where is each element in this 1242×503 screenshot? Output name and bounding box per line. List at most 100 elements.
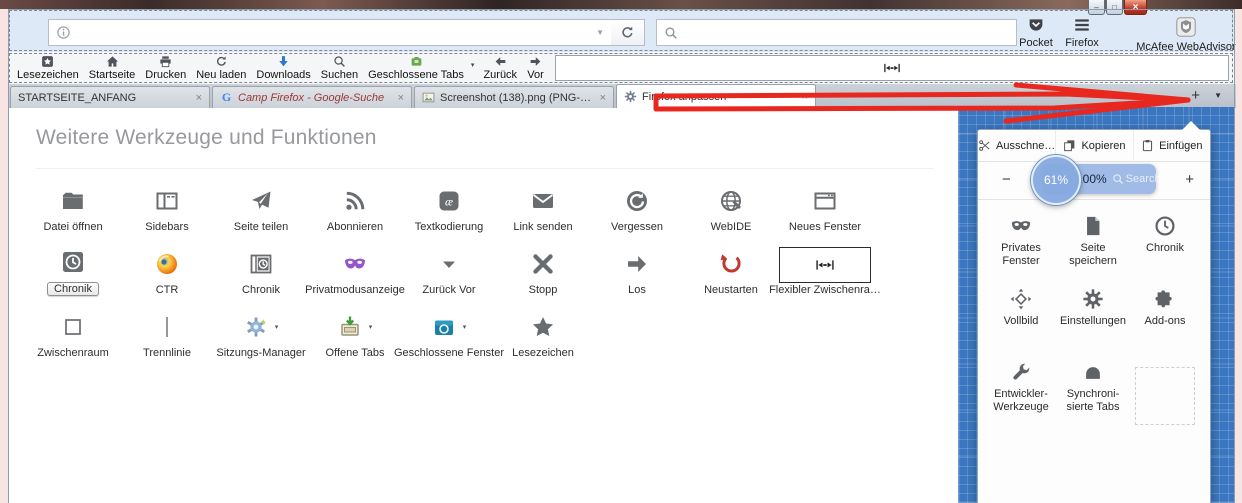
search-bar[interactable] [656, 19, 1017, 46]
palette-item-sidebars[interactable]: Sidebars [120, 172, 214, 235]
dropdown-caret-icon[interactable]: ▾ [463, 323, 467, 331]
palette-item-icon [531, 315, 555, 339]
toolbar-button-suchen[interactable]: Suchen [316, 54, 363, 82]
palette-item-geschlossene-fenster[interactable]: ▾ Geschlossene Fenster [394, 298, 504, 361]
palette-item-seite-teilen[interactable]: Seite teilen [214, 172, 308, 235]
flexible-space[interactable] [555, 55, 1229, 81]
panel-menu-item-chronik[interactable]: Chronik [1129, 206, 1201, 279]
palette-item-link-senden[interactable]: Link senden [496, 172, 590, 235]
url-bar[interactable]: ▼ [48, 19, 612, 46]
mcafee-webadvisor-button[interactable]: McAfee WebAdvisor [1132, 16, 1240, 53]
zoom-out-button[interactable]: − [1002, 171, 1011, 188]
firefox-menu-label: Firefox [1065, 37, 1099, 49]
palette-item-icon [432, 315, 456, 339]
toolbar-button-neu-laden[interactable]: Neu laden [191, 54, 251, 82]
palette-item-icon [338, 315, 362, 339]
palette-item-label: Geschlossene Fenster [393, 347, 505, 359]
toolbar-button-startseite[interactable]: Startseite [84, 54, 140, 82]
close-button[interactable]: × [1124, 0, 1147, 15]
tab-startseite-anfang[interactable]: STARTSEITE_ANFANG × [10, 86, 210, 108]
dropdown-caret-icon[interactable]: ▾ [275, 323, 279, 331]
toolbar-button-geschlossene-tabs[interactable]: Geschlossene Tabs [363, 54, 469, 82]
toolbar-button-icon [527, 55, 544, 68]
tab-close-icon[interactable]: × [600, 92, 606, 104]
tab-firefox-anpassen[interactable]: Firefox anpassen × [616, 84, 816, 108]
palette-item-zurück-vor[interactable]: Zurück Vor [402, 235, 496, 298]
palette-item-abonnieren[interactable]: Abonnieren [308, 172, 402, 235]
palette-item-icon [61, 189, 85, 213]
tab-list-caret-icon[interactable]: ▼ [1214, 91, 1222, 100]
panel-menu-item-privates-fenster[interactable]: Privates Fenster [985, 206, 1057, 279]
palette-item-iconwrap: ▾ [338, 311, 373, 343]
tab-close-icon[interactable]: × [196, 92, 202, 104]
palette-item-iconwrap [437, 185, 461, 217]
palette-item-datei-öffnen[interactable]: Datei öffnen [26, 172, 120, 235]
palette-item-textkodierung[interactable]: Textkodierung [402, 172, 496, 235]
tab-close-icon[interactable]: × [802, 91, 808, 103]
palette-item-sitzungs-manager[interactable]: ▾ Sitzungs-Manager [214, 298, 308, 361]
tab-close-icon[interactable]: × [398, 92, 404, 104]
palette-item-vergessen[interactable]: Vergessen [590, 172, 684, 235]
page-info-icon[interactable] [56, 25, 71, 40]
zoom-in-button[interactable]: + [1185, 171, 1194, 188]
palette-item-iconwrap [61, 246, 85, 278]
dropdown-caret-icon[interactable]: ▾ [469, 54, 479, 82]
edit-control-kopieren[interactable]: Kopieren [1055, 130, 1132, 161]
panel-menu-item-add-ons[interactable]: Add-ons [1129, 279, 1201, 352]
palette-item-label: Trennlinie [143, 347, 191, 359]
toolbar-button-drucken[interactable]: Drucken [140, 54, 191, 82]
panel-menu-item-synchroni-sierte-tabs[interactable]: Synchroni-sierte Tabs [1057, 352, 1129, 425]
flexible-space-widget[interactable] [779, 247, 871, 283]
firefox-menu-button[interactable]: Firefox [1054, 16, 1110, 49]
edit-control-einfügen[interactable]: Einfügen [1132, 130, 1210, 161]
palette-item-lesezeichen[interactable]: Lesezeichen [496, 298, 590, 361]
tab-camp-firefox-google-suche[interactable]: G Camp Firefox - Google-Suche × [212, 86, 412, 108]
minimize-button[interactable]: – [1088, 0, 1105, 15]
reload-button[interactable] [611, 19, 645, 46]
palette-item-los[interactable]: Los [590, 235, 684, 298]
panel-menu-label: Seite speichern [1069, 242, 1117, 268]
panel-menu-item-entwickler-werkzeuge[interactable]: Entwickler-Werkzeuge [985, 352, 1057, 425]
palette-row: Datei öffnen Sidebars Seite teilen Abonn… [26, 172, 872, 235]
palette-item-label: Flexibler Zwischenra… [769, 284, 881, 296]
palette-item-privatmodusanzeige[interactable]: Privatmodusanzeige [305, 235, 405, 298]
firefox-customize-screenshot: ▼ Pocket Firefox McAfee WebAdvisor – □ × [0, 0, 1242, 503]
toolbar-button-vor[interactable]: Vor [522, 54, 549, 82]
panel-menu-item-einstellungen[interactable]: Einstellungen [1057, 279, 1129, 352]
toolbar-button-label: Lesezeichen [17, 69, 79, 81]
toolbar-button-icon [408, 55, 425, 68]
panel-menu-item-seite-speichern[interactable]: Seite speichern [1057, 206, 1129, 279]
toolbar-button-label: Suchen [320, 69, 359, 81]
palette-item-zwischenraum[interactable]: Zwischenraum [26, 298, 120, 361]
tab-title: Firefox anpassen [642, 90, 727, 103]
palette-item-chronik[interactable]: Chronik [26, 235, 120, 298]
new-tab-button[interactable]: + [1191, 86, 1200, 106]
panel-menu-item-vollbild[interactable]: Vollbild [985, 279, 1057, 352]
dropdown-caret-icon[interactable]: ▾ [369, 323, 373, 331]
palette-item-neues-fenster[interactable]: Neues Fenster [778, 172, 872, 235]
toolbar-button-zurück[interactable]: Zurück [478, 54, 522, 82]
maximize-button[interactable]: □ [1106, 0, 1123, 15]
palette-item-neustarten[interactable]: Neustarten [684, 235, 778, 298]
panel-menu-grid: Privates Fenster Seite speichern Chronik… [978, 200, 1210, 425]
tab-screenshot-138-png-png-grafik-192[interactable]: Screenshot (138).png (PNG-Grafik, 192 × [414, 86, 614, 108]
palette-item-ctr[interactable]: CTR [120, 235, 214, 298]
palette-item-icon [625, 252, 649, 276]
palette-item-iconwrap [61, 311, 85, 343]
palette-item-iconwrap [719, 185, 743, 217]
palette-item-icon [155, 315, 179, 339]
palette-item-icon [155, 252, 179, 276]
palette-item-chronik[interactable]: Chronik [214, 235, 308, 298]
palette-item-webide[interactable]: WebIDE [684, 172, 778, 235]
toolbar-button-downloads[interactable]: Downloads [251, 54, 315, 82]
palette-item-offene-tabs[interactable]: ▾ Offene Tabs [308, 298, 402, 361]
palette-item-flexibler-zwischenra[interactable]: Flexibler Zwischenra… [769, 235, 881, 298]
palette-item-trennlinie[interactable]: Trennlinie [120, 298, 214, 361]
url-dropdown-caret-icon[interactable]: ▼ [596, 28, 611, 37]
edit-control-ausschne[interactable]: Ausschne… [978, 130, 1055, 161]
desktop-edge-left [0, 9, 8, 503]
desktop-edge-top [0, 0, 1242, 9]
custom-toolbar: Lesezeichen Startseite Drucken Neu laden… [8, 52, 1234, 84]
palette-item-stopp[interactable]: Stopp [496, 235, 590, 298]
toolbar-button-lesezeichen[interactable]: Lesezeichen [12, 54, 84, 82]
